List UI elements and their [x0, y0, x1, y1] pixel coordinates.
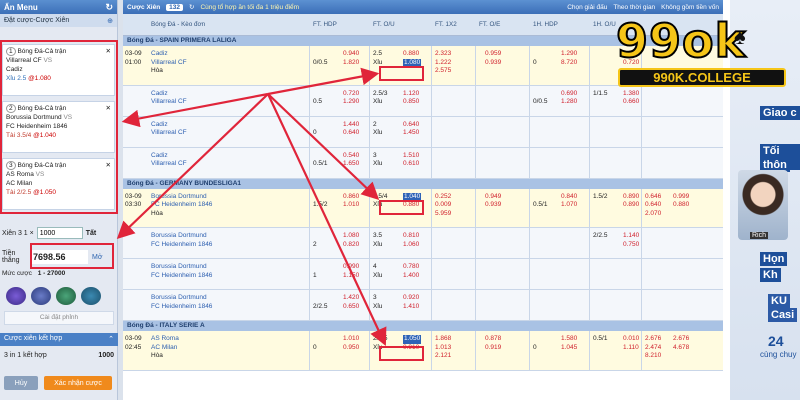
arrow-to-odd-3: [267, 93, 387, 346]
arrow-to-slips: [121, 92, 269, 128]
arrow-to-odd-2: [267, 93, 380, 201]
arrow-to-odd-1: [267, 67, 380, 96]
annotation-arrows: [116, 67, 387, 346]
arrow-to-win: [116, 93, 269, 240]
